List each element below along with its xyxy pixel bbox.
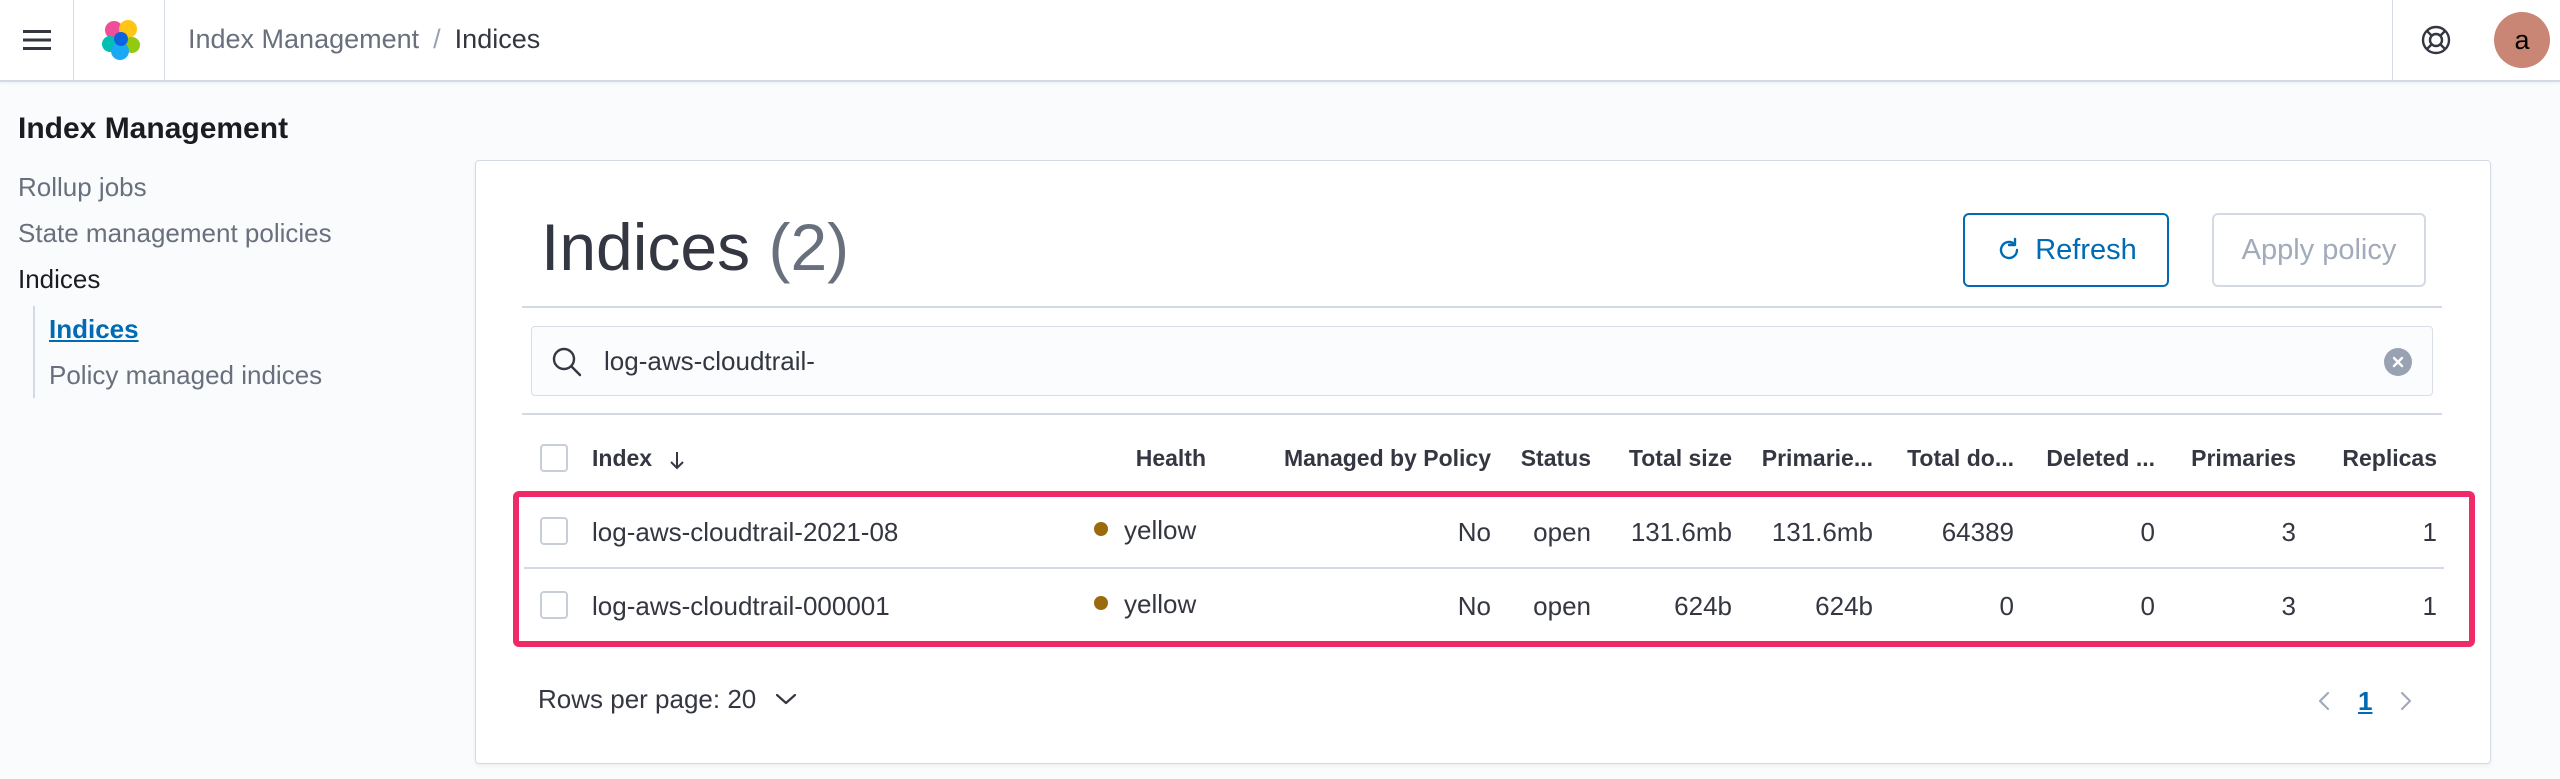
pagination: 1 [2316, 681, 2414, 721]
search-icon [550, 345, 584, 379]
rows-per-page-label: Rows per page: 20 [538, 683, 757, 714]
rows-per-page-selector[interactable]: Rows per page: 20 [538, 679, 798, 719]
managed-value: No [1457, 591, 1491, 621]
apply-policy-button[interactable]: Apply policy [2212, 213, 2426, 287]
help-lifebuoy-icon [2421, 25, 2450, 55]
deleted-docs-value: 0 [2140, 517, 2155, 547]
sidebar-item-indices-group[interactable]: Indices [18, 256, 448, 302]
sort-down-arrow-icon [670, 451, 685, 470]
table-row[interactable]: log-aws-cloudtrail-000001 yellow No open… [524, 567, 2444, 641]
elastic-logo[interactable] [75, 0, 165, 80]
total-size-value: 131.6mb [1630, 517, 1732, 547]
managed-value: No [1457, 517, 1491, 547]
page-title: Indices (2) [541, 209, 849, 285]
health-dot-icon [1094, 596, 1108, 611]
divider [522, 413, 2442, 415]
column-total-documents[interactable]: Total do... [1873, 423, 2014, 493]
table-row[interactable]: log-aws-cloudtrail-2021-08 yellow No ope… [524, 493, 2444, 567]
column-health[interactable]: Health [1084, 423, 1206, 493]
sidebar-nav: Index Management Rollup jobs State manag… [18, 112, 448, 398]
total-docs-value: 0 [1999, 591, 2014, 621]
elastic-logo-icon [101, 20, 140, 60]
replicas-value: 1 [2422, 591, 2437, 621]
breadcrumb: Index Management / Indices [188, 0, 540, 78]
status-value: open [1533, 591, 1591, 621]
top-header: Index Management / Indices a [0, 0, 2560, 82]
column-status[interactable]: Status [1491, 423, 1591, 493]
clear-search-icon[interactable] [2384, 348, 2412, 376]
chevron-right-icon[interactable] [2398, 689, 2414, 713]
health-value: yellow [1124, 589, 1197, 619]
table-header: Index Health Managed by Policy Status To… [524, 423, 2444, 493]
help-button[interactable] [2392, 0, 2478, 80]
breadcrumb-index-management[interactable]: Index Management [188, 24, 419, 55]
column-index-label: Index [592, 445, 653, 471]
index-count: (2) [768, 210, 850, 284]
health-value: yellow [1124, 515, 1197, 545]
total-size-value: 624b [1674, 591, 1732, 621]
hamburger-icon [22, 30, 51, 50]
row-checkbox[interactable] [540, 591, 568, 619]
search-input[interactable]: log-aws-cloudtrail- [604, 327, 815, 395]
sidebar-subnav: Indices Policy managed indices [33, 306, 448, 398]
index-name[interactable]: log-aws-cloudtrail-000001 [592, 569, 890, 643]
refresh-button[interactable]: Refresh [1963, 213, 2169, 287]
column-primaries[interactable]: Primaries [2155, 423, 2296, 493]
sidebar-item-policy-managed-indices[interactable]: Policy managed indices [49, 352, 448, 398]
breadcrumb-separator: / [433, 23, 441, 54]
user-avatar[interactable]: a [2494, 12, 2550, 68]
page-title-text: Indices [541, 210, 751, 284]
sidebar-item-rollup-jobs[interactable]: Rollup jobs [18, 164, 448, 210]
primaries-value: 3 [2281, 591, 2296, 621]
menu-button[interactable] [0, 0, 74, 80]
refresh-label: Refresh [2035, 233, 2137, 266]
chevron-down-icon [776, 693, 797, 705]
primaries-value: 3 [2281, 517, 2296, 547]
replicas-value: 1 [2422, 517, 2437, 547]
chevron-left-icon[interactable] [2316, 689, 2332, 713]
column-managed-by-policy[interactable]: Managed by Policy [1206, 423, 1491, 493]
indices-panel: Indices (2) Refresh Apply policy log-aws… [475, 160, 2491, 764]
select-all-checkbox[interactable] [540, 444, 568, 472]
breadcrumb-indices: Indices [454, 23, 541, 54]
indices-table: Index Health Managed by Policy Status To… [524, 423, 2444, 641]
search-field[interactable]: log-aws-cloudtrail- [531, 326, 2433, 396]
primaries-size-value: 624b [1815, 591, 1873, 621]
deleted-docs-value: 0 [2140, 591, 2155, 621]
sidebar-item-indices[interactable]: Indices [49, 306, 448, 352]
sidebar-title: Index Management [18, 112, 289, 145]
column-total-size[interactable]: Total size [1591, 423, 1732, 493]
index-name[interactable]: log-aws-cloudtrail-2021-08 [592, 495, 898, 569]
status-value: open [1533, 517, 1591, 547]
health-cell: yellow [1094, 567, 1196, 641]
primaries-size-value: 131.6mb [1771, 517, 1873, 547]
health-cell: yellow [1094, 493, 1196, 567]
divider [522, 306, 2442, 308]
page-number-button[interactable]: 1 [2358, 686, 2372, 717]
column-replicas[interactable]: Replicas [2296, 423, 2437, 493]
total-docs-value: 64389 [1941, 517, 2014, 547]
row-checkbox[interactable] [540, 517, 568, 545]
column-deleted-documents[interactable]: Deleted ... [2014, 423, 2155, 493]
refresh-icon [2000, 237, 2019, 260]
column-index[interactable]: Index [592, 423, 688, 493]
sidebar-item-state-management-policies[interactable]: State management policies [18, 210, 448, 256]
health-dot-icon [1094, 522, 1108, 537]
column-primaries-size[interactable]: Primarie... [1732, 423, 1873, 493]
